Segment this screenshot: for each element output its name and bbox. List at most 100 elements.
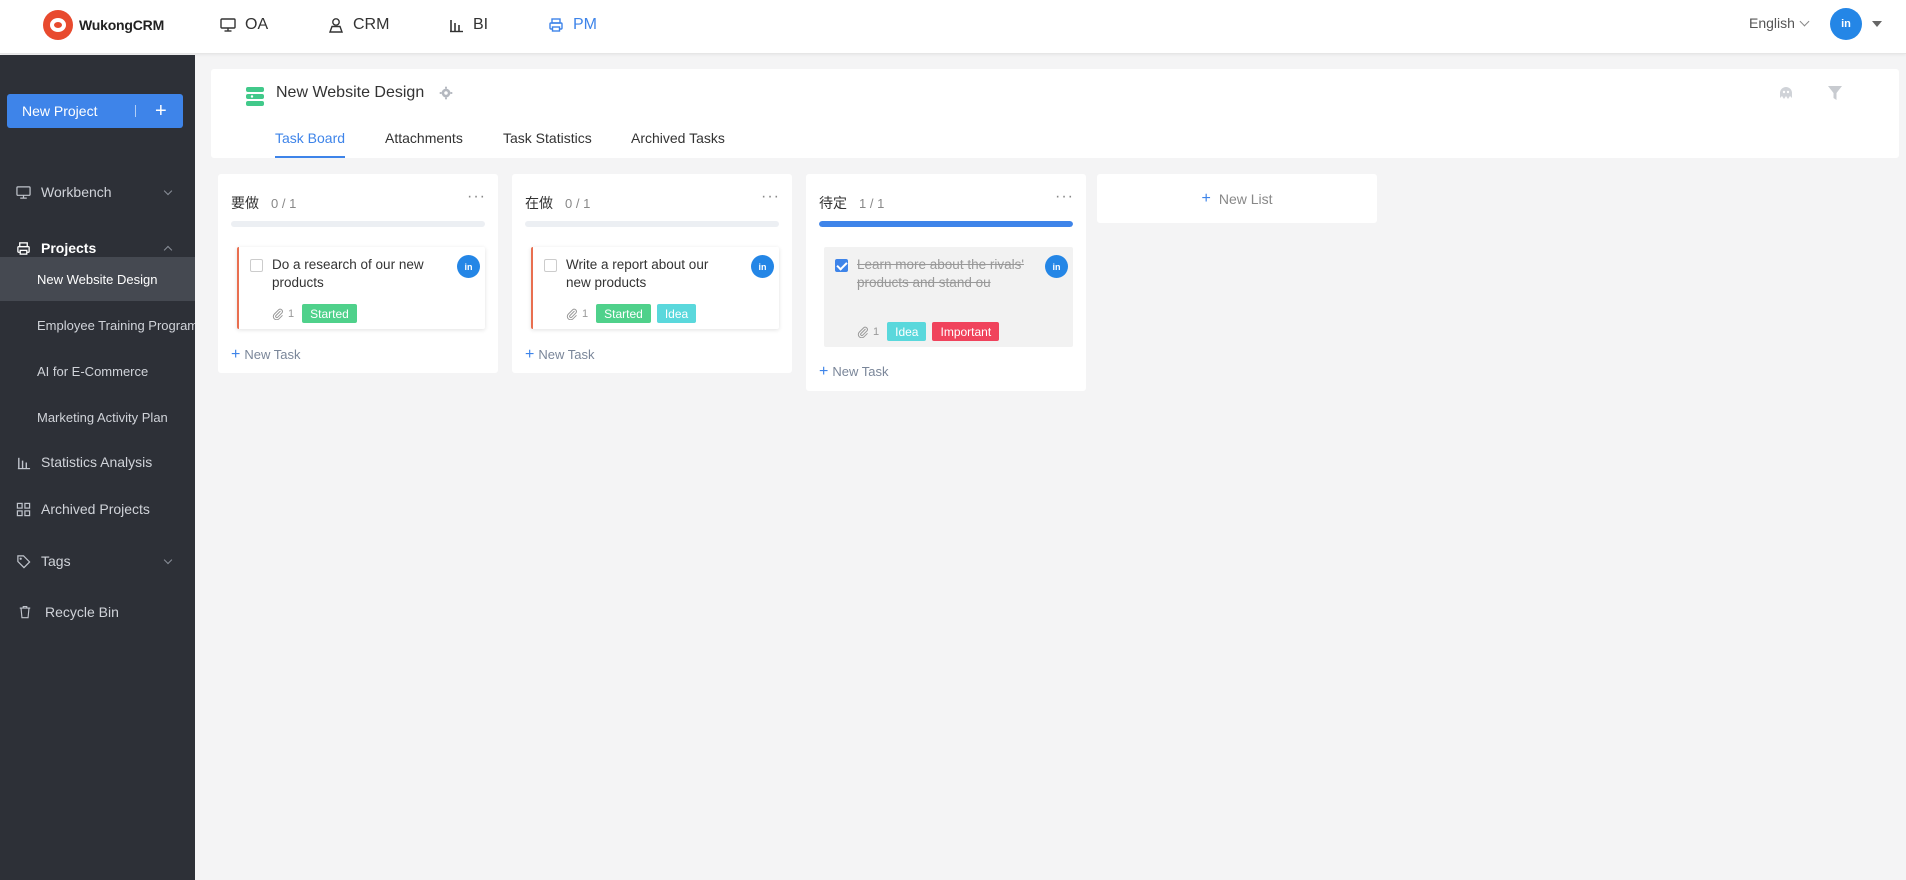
octopus-icon[interactable] (1776, 84, 1796, 104)
nav-pm[interactable]: PM (547, 14, 597, 36)
sidebar-item-label: Tags (41, 553, 71, 569)
sidebar-item-workbench[interactable]: Workbench (0, 172, 195, 212)
gear-icon[interactable] (439, 86, 453, 100)
tab-task-statistics[interactable]: Task Statistics (503, 130, 592, 158)
column-name: 待定 (819, 195, 847, 211)
task-title: Learn more about the rivals' products an… (857, 257, 1024, 290)
plus-icon: + (155, 100, 167, 122)
sidebar-item-label: Statistics Analysis (41, 454, 153, 470)
tab-attachments[interactable]: Attachments (385, 130, 463, 158)
tag-started: Started (302, 304, 357, 323)
column-count: 0 / 1 (271, 196, 297, 211)
user-avatar[interactable]: in (1830, 8, 1862, 40)
column-count: 0 / 1 (565, 196, 591, 211)
new-list-button[interactable]: + New List (1097, 174, 1377, 223)
attachment-count: 1 (582, 307, 589, 320)
nav-bi-label: BI (473, 16, 489, 33)
task-title: Do a research of our new products (272, 257, 424, 290)
nav-crm-label: CRM (353, 16, 390, 33)
tag-icon (15, 553, 31, 569)
task-meta: 1 Idea Important (857, 322, 1000, 341)
plus-icon: + (525, 345, 535, 363)
board-column: 待定 1 / 1 ··· Learn more about the rivals'… (806, 174, 1086, 391)
trash-icon (17, 604, 33, 620)
printer-icon (547, 16, 565, 34)
new-task-label: New Task (832, 364, 889, 379)
new-project-button[interactable]: New Project + (7, 94, 183, 128)
task-card[interactable]: Learn more about the rivals' products an… (824, 247, 1073, 347)
sidebar-item-tags[interactable]: Tags (0, 541, 195, 581)
logo-text: WukongCRM (79, 17, 165, 33)
sidebar-item-recycle-bin[interactable]: Recycle Bin (0, 592, 195, 632)
divider (135, 105, 136, 117)
task-meta: 1 Started (272, 304, 357, 323)
nav-oa-label: OA (245, 16, 269, 33)
column-header: 要做 0 / 1 (231, 193, 296, 213)
chevron-down-icon (163, 186, 173, 196)
project-icon (244, 85, 266, 107)
sidebar-item-label: Workbench (41, 184, 112, 200)
sidebar-item-statistics[interactable]: Statistics Analysis (0, 442, 195, 482)
column-count: 1 / 1 (859, 196, 885, 211)
sidebar: New Project + Workbench Projects New Web… (0, 55, 195, 880)
task-avatar[interactable]: in (457, 255, 480, 278)
attachment-count: 1 (873, 325, 880, 338)
filter-icon[interactable] (1826, 84, 1844, 102)
new-task-label: New Task (538, 347, 595, 362)
column-name: 在做 (525, 195, 553, 211)
caret-down-icon[interactable] (1872, 21, 1882, 27)
nav-oa[interactable]: OA (219, 14, 268, 36)
new-task-button[interactable]: + New Task (525, 345, 595, 363)
tag-idea: Idea (887, 322, 927, 341)
task-avatar[interactable]: in (751, 255, 774, 278)
nav-bi[interactable]: BI (447, 14, 488, 36)
monitor-icon (219, 16, 237, 34)
new-task-button[interactable]: + New Task (819, 362, 889, 380)
board-column: 要做 0 / 1 ··· Do a research of our new pro… (218, 174, 498, 373)
task-checkbox[interactable] (544, 259, 557, 272)
bar-chart-icon (447, 16, 465, 34)
more-icon[interactable]: ··· (761, 188, 780, 206)
column-progress (819, 221, 1073, 227)
monitor-icon (15, 184, 31, 200)
task-avatar[interactable]: in (1045, 255, 1068, 278)
board-column: 在做 0 / 1 ··· Write a report about our new… (512, 174, 792, 373)
language-select[interactable]: English (1749, 15, 1810, 31)
chevron-up-icon (163, 245, 173, 255)
plus-icon: + (819, 362, 829, 380)
tag-started: Started (596, 304, 651, 323)
sidebar-project-marketing-plan[interactable]: Marketing Activity Plan (0, 395, 195, 439)
column-progress (525, 221, 779, 227)
tab-archived-tasks[interactable]: Archived Tasks (631, 130, 725, 158)
task-checkbox[interactable] (250, 259, 263, 272)
folder-icon (15, 240, 31, 256)
new-task-button[interactable]: + New Task (231, 345, 301, 363)
plus-icon: + (231, 345, 241, 363)
column-name: 要做 (231, 195, 259, 211)
more-icon[interactable]: ··· (1055, 188, 1074, 206)
sidebar-project-new-website-design[interactable]: New Website Design (0, 257, 195, 301)
more-icon[interactable]: ··· (467, 188, 486, 206)
nav-crm[interactable]: CRM (327, 14, 389, 36)
task-checkbox-checked[interactable] (835, 259, 848, 272)
chevron-down-icon (163, 555, 173, 565)
top-navbar: WukongCRM OA CRM BI PM English in (0, 0, 1906, 54)
bar-chart-icon (15, 454, 31, 470)
new-task-label: New Task (244, 347, 301, 362)
sidebar-item-archived-projects[interactable]: Archived Projects (0, 489, 195, 529)
project-title: New Website Design (276, 84, 425, 101)
user-icon (327, 16, 345, 34)
chevron-down-icon (1799, 16, 1810, 26)
task-card[interactable]: Write a report about our new products in… (531, 247, 779, 329)
task-card[interactable]: Do a research of our new products in 1 S… (237, 247, 485, 329)
paperclip-icon (857, 326, 868, 338)
logo[interactable]: WukongCRM (43, 10, 164, 40)
new-list-label: New List (1218, 190, 1273, 207)
tag-idea: Idea (656, 304, 697, 323)
paperclip-icon (566, 308, 577, 320)
tab-task-board[interactable]: Task Board (275, 130, 346, 158)
sidebar-item-label: Archived Projects (41, 501, 150, 517)
column-progress (231, 221, 485, 227)
sidebar-project-employee-training[interactable]: Employee Training Program (0, 303, 195, 347)
sidebar-project-ai-ecommerce[interactable]: AI for E-Commerce (0, 349, 195, 393)
